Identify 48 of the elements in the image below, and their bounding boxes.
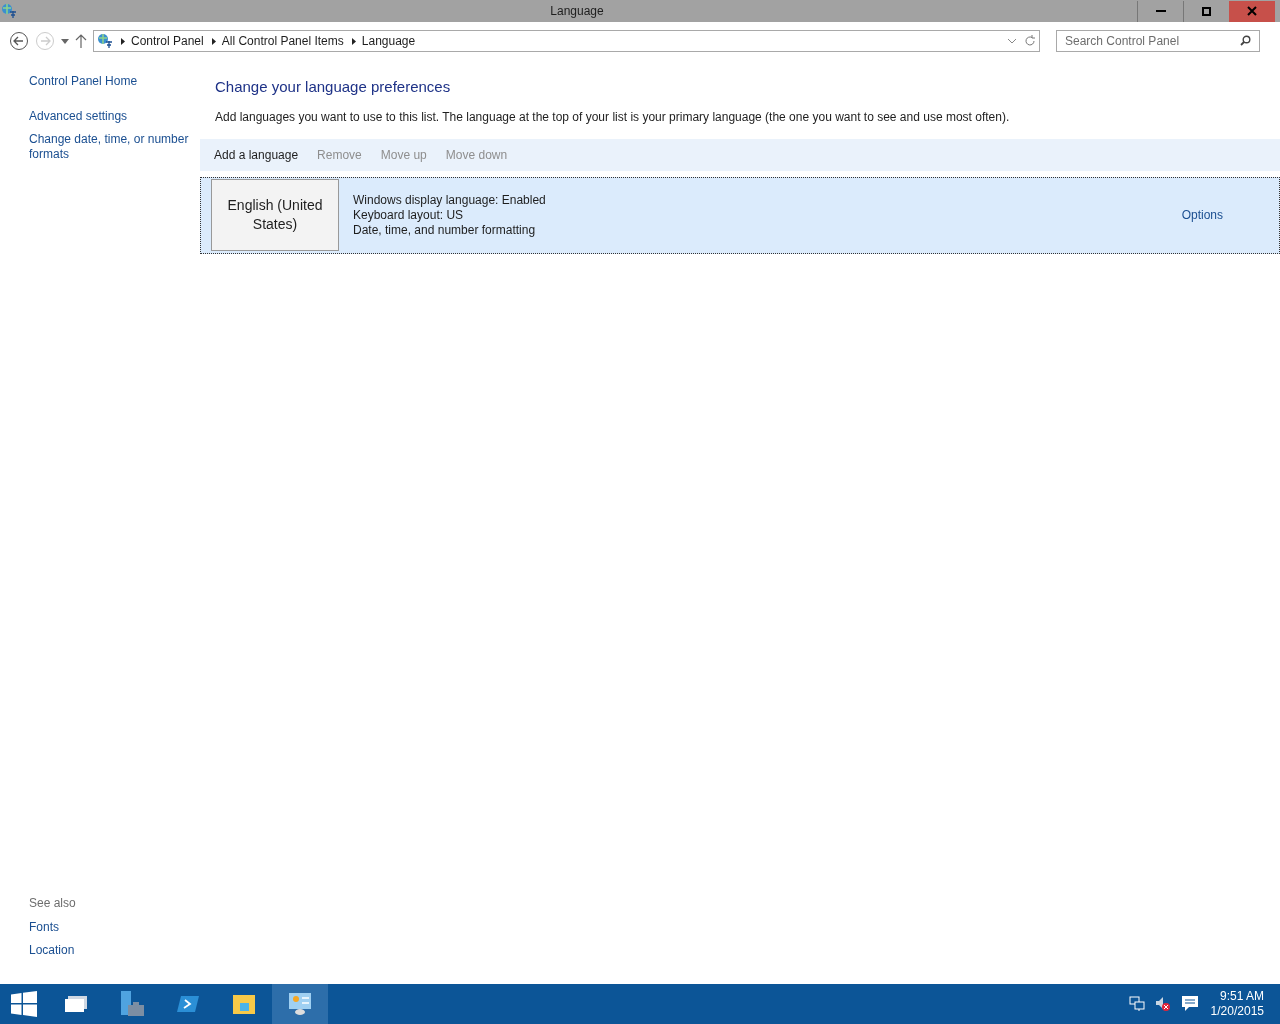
description: Add languages you want to use to this list. The language at the top of your list is your primary language (the one you want to see and use most often). xyxy=(215,108,1011,126)
speaker-muted-icon[interactable] xyxy=(1154,996,1171,1012)
minimize-icon xyxy=(1155,10,1166,12)
language-detail: Keyboard layout: US xyxy=(353,207,465,223)
breadcrumb[interactable]: Control Panel xyxy=(131,32,204,50)
see-also-link[interactable]: Location xyxy=(29,943,192,958)
see-also-heading: See also xyxy=(29,895,77,912)
taskbar-app[interactable] xyxy=(272,984,328,1024)
chevron-icon[interactable] xyxy=(351,37,356,45)
terminal-icon xyxy=(177,995,199,1013)
dropdown-icon[interactable] xyxy=(61,38,69,44)
control-panel-icon xyxy=(287,992,313,1016)
breadcrumb[interactable]: All Control Panel Items xyxy=(221,32,344,50)
network-icon[interactable] xyxy=(1128,996,1145,1012)
address-bar[interactable]: Control Panel All Control Panel Items Language xyxy=(93,30,1040,52)
sidebar-link[interactable]: Change date, time, or number formats xyxy=(29,132,192,162)
close-button[interactable] xyxy=(1229,0,1275,22)
sidebar-link[interactable]: Advanced settings xyxy=(29,109,192,124)
language-icon xyxy=(97,33,113,49)
sidebar-link[interactable]: Control Panel Home xyxy=(29,74,192,89)
search-field[interactable]: Search Control Panel xyxy=(1056,30,1260,52)
window-title: Language xyxy=(550,4,604,18)
server-briefcase-icon xyxy=(119,990,145,1018)
page-heading: Change your language preferences xyxy=(215,77,452,97)
language-detail: Date, time, and number formatting xyxy=(353,222,537,238)
clock-time[interactable]: 9:51 AM xyxy=(1219,989,1264,1004)
toolbar-button[interactable]: Add a language xyxy=(214,145,299,164)
back-icon[interactable] xyxy=(9,31,29,51)
dropdown-icon[interactable] xyxy=(1008,38,1016,44)
clock-date[interactable]: 1/20/2015 xyxy=(1210,1004,1264,1019)
message-icon[interactable] xyxy=(1180,995,1199,1013)
see-also-link[interactable]: Fonts xyxy=(29,920,192,935)
windows-logo-icon xyxy=(11,991,37,1017)
language-detail: Windows display language: Enabled xyxy=(353,192,546,208)
close-icon xyxy=(1247,6,1257,16)
options-link[interactable]: Options xyxy=(1181,206,1223,224)
up-arrow-icon[interactable] xyxy=(75,34,87,48)
language-icon xyxy=(1,3,17,19)
language-row[interactable]: English (United States) Windows display language: Enabled Keyboard layout: US Date, time, and number formatting Options xyxy=(200,176,1280,254)
language-tile: English (United States) xyxy=(211,179,339,251)
chevron-icon[interactable] xyxy=(121,37,125,45)
folder-icon xyxy=(232,993,256,1015)
restore-icon xyxy=(1202,6,1211,16)
refresh-icon[interactable] xyxy=(1024,35,1036,47)
breadcrumb[interactable]: Language xyxy=(361,32,416,50)
search-icon[interactable] xyxy=(1240,35,1251,46)
chevron-icon[interactable] xyxy=(211,37,216,45)
windows-icon xyxy=(64,995,88,1013)
